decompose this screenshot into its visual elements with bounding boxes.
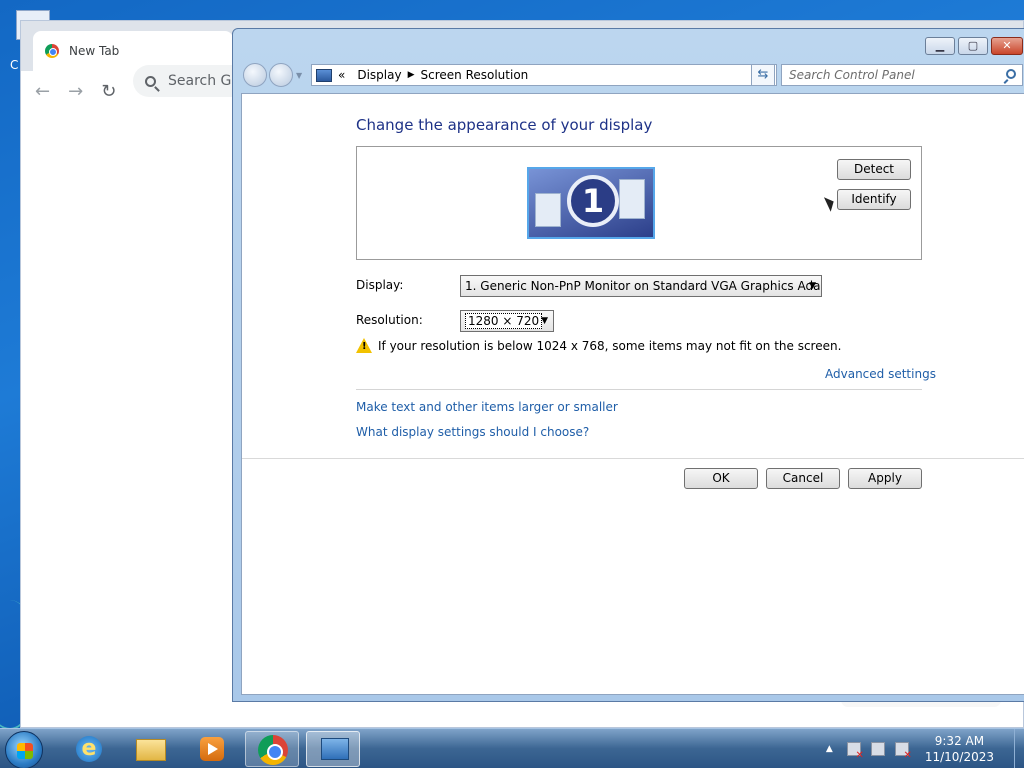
display-label: Display: bbox=[356, 278, 404, 292]
search-icon bbox=[145, 75, 156, 87]
cancel-button[interactable]: Cancel bbox=[766, 468, 840, 489]
breadcrumb-screen-resolution[interactable]: Screen Resolution bbox=[421, 68, 529, 82]
clock[interactable]: 9:32 AM 11/10/2023 bbox=[925, 733, 994, 765]
monitor-number: 1 bbox=[567, 175, 619, 227]
search-icon[interactable] bbox=[1006, 69, 1016, 79]
display-help-link[interactable]: What display settings should I choose? bbox=[356, 425, 589, 439]
maximize-button[interactable]: ▢ bbox=[958, 37, 988, 55]
internet-explorer-icon: e bbox=[76, 736, 102, 762]
forward-button[interactable] bbox=[269, 63, 293, 87]
advanced-settings-link[interactable]: Advanced settings bbox=[825, 367, 936, 381]
taskbar-file-explorer[interactable] bbox=[124, 731, 178, 767]
start-button[interactable] bbox=[5, 731, 43, 768]
close-button[interactable]: ✕ bbox=[991, 37, 1023, 55]
navigation-bar: ▼ « Display ▶ Screen Resolution ▼ ⇆ Sear… bbox=[241, 61, 1023, 89]
resolution-select[interactable]: 1280 × 720 ▼ bbox=[460, 310, 554, 332]
monitor-1-preview[interactable]: 1 bbox=[527, 167, 655, 239]
mouse-cursor-icon bbox=[823, 194, 838, 212]
breadcrumb-display[interactable]: Display bbox=[357, 68, 401, 82]
display-select[interactable]: 1. Generic Non-PnP Monitor on Standard V… bbox=[460, 275, 822, 297]
clock-time: 9:32 AM bbox=[934, 734, 985, 748]
screen-resolution-window[interactable]: ▁ ▢ ✕ ▼ « Display ▶ Screen Resolution ▼ … bbox=[232, 28, 1024, 702]
breadcrumb-arrow-icon[interactable]: ▶ bbox=[408, 70, 415, 80]
taskbar-media-player[interactable] bbox=[184, 731, 238, 767]
desktop-icon-label: C bbox=[10, 58, 19, 72]
text-size-link[interactable]: Make text and other items larger or smal… bbox=[356, 400, 618, 414]
identify-button[interactable]: Identify bbox=[837, 189, 911, 210]
detect-button[interactable]: Detect bbox=[837, 159, 911, 180]
action-center-flag-icon[interactable] bbox=[846, 742, 864, 761]
media-player-icon bbox=[200, 737, 224, 761]
recent-pages-chevron-icon[interactable]: ▼ bbox=[296, 71, 302, 80]
control-panel-icon bbox=[321, 738, 349, 760]
resolution-warning-text: If your resolution is below 1024 x 768, … bbox=[378, 339, 842, 353]
search-placeholder: Search Control Panel bbox=[789, 68, 915, 82]
system-tray: ▲ 9:32 AM 11/10/2023 bbox=[826, 729, 1024, 768]
control-panel-icon bbox=[316, 68, 332, 82]
resolution-select-value: 1280 × 720 bbox=[465, 313, 543, 329]
warning-icon: ! bbox=[356, 338, 372, 353]
show-hidden-icons-icon[interactable]: ▲ bbox=[826, 744, 833, 754]
clock-date: 11/10/2023 bbox=[924, 750, 994, 764]
taskbar-internet-explorer[interactable]: e bbox=[62, 731, 116, 767]
folder-icon bbox=[136, 739, 166, 761]
network-icon[interactable] bbox=[870, 742, 885, 756]
divider bbox=[242, 458, 1024, 459]
back-button[interactable] bbox=[243, 63, 267, 87]
resolution-label: Resolution: bbox=[356, 313, 423, 327]
taskbar-chrome[interactable] bbox=[245, 731, 299, 767]
chevron-down-icon: ▼ bbox=[809, 281, 816, 291]
breadcrumb-prefix[interactable]: « bbox=[338, 68, 345, 82]
minimize-button[interactable]: ▁ bbox=[925, 37, 955, 55]
page-title: Change the appearance of your display bbox=[356, 116, 653, 134]
content-pane: Change the appearance of your display 1 … bbox=[241, 93, 1024, 695]
divider bbox=[356, 389, 922, 390]
chevron-down-icon: ▼ bbox=[541, 316, 548, 326]
back-arrow-icon[interactable]: ← bbox=[35, 81, 50, 102]
search-control-panel-input[interactable]: Search Control Panel bbox=[781, 64, 1023, 86]
monitor-preview-box: 1 Detect Identify bbox=[356, 146, 922, 260]
chrome-icon bbox=[258, 735, 288, 765]
refresh-button[interactable]: ⇆ bbox=[751, 64, 775, 86]
monitor-window-thumb bbox=[535, 193, 561, 227]
display-select-value: 1. Generic Non-PnP Monitor on Standard V… bbox=[465, 279, 822, 293]
volume-muted-icon[interactable] bbox=[894, 742, 912, 761]
ok-button[interactable]: OK bbox=[684, 468, 758, 489]
apply-button[interactable]: Apply bbox=[848, 468, 922, 489]
taskbar-control-panel[interactable] bbox=[306, 731, 360, 767]
address-bar[interactable]: « Display ▶ Screen Resolution ▼ bbox=[311, 64, 777, 86]
show-desktop-button[interactable] bbox=[1014, 729, 1024, 768]
monitor-window-thumb bbox=[619, 179, 645, 219]
chrome-tab-label: New Tab bbox=[69, 44, 120, 58]
reload-icon[interactable]: ↻ bbox=[101, 81, 116, 102]
forward-arrow-icon[interactable]: → bbox=[68, 81, 83, 102]
chrome-tab-icon bbox=[45, 44, 59, 58]
taskbar: e ▲ 9:32 AM 11/10/2023 bbox=[0, 728, 1024, 768]
